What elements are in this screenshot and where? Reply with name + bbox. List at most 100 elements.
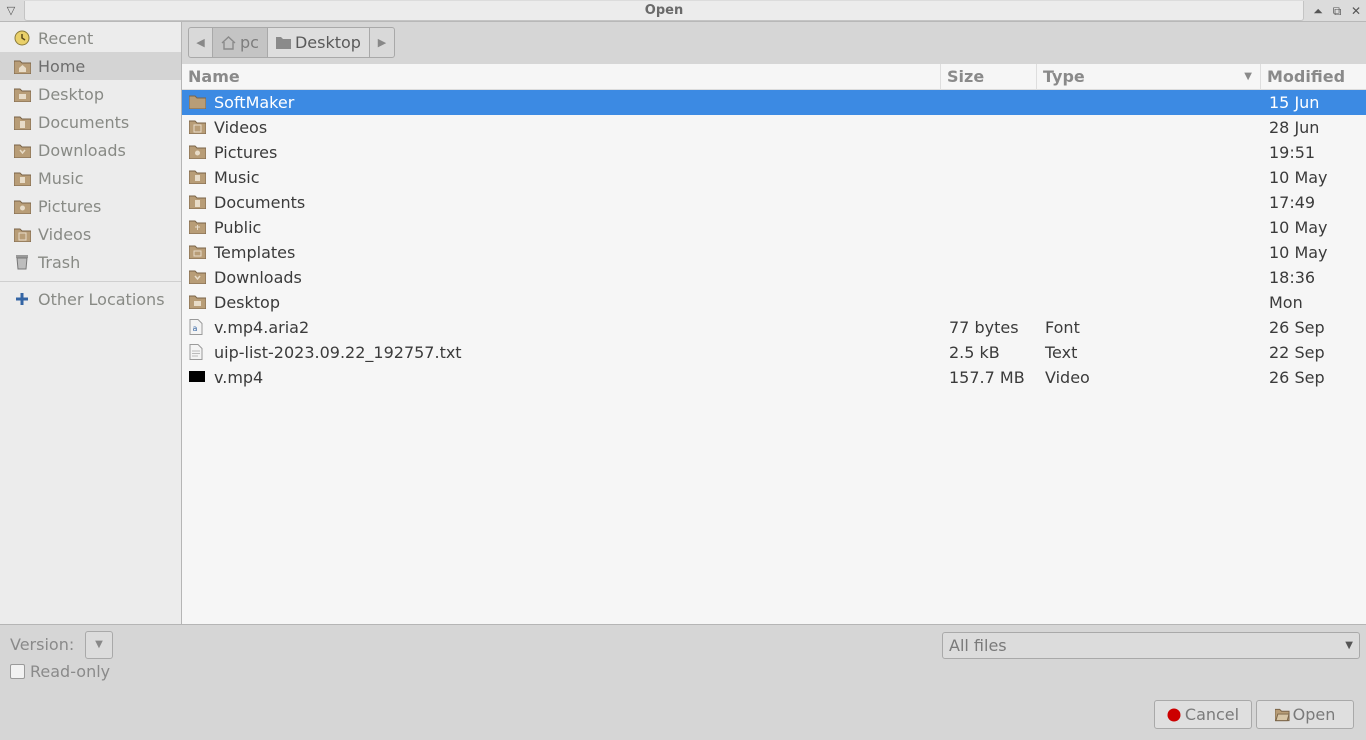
folder-icon	[188, 94, 207, 111]
path-home-button[interactable]: pc	[213, 28, 268, 57]
cancel-button[interactable]: Cancel	[1154, 700, 1252, 729]
font-file-icon: a	[189, 319, 206, 336]
sidebar-item-documents[interactable]: Documents	[0, 108, 181, 136]
column-name-label: Name	[188, 67, 240, 86]
videos-folder-icon	[188, 119, 207, 136]
table-row[interactable]: Pictures 19:51	[182, 140, 1366, 165]
table-row[interactable]: Documents 17:49	[182, 190, 1366, 215]
file-size: 77 bytes	[949, 318, 1019, 337]
column-size-label: Size	[947, 67, 985, 86]
path-back-button[interactable]: ◀	[189, 28, 213, 57]
file-name: Downloads	[214, 268, 302, 287]
close-icon[interactable]: ✕	[1348, 2, 1364, 20]
file-size: 157.7 MB	[949, 368, 1025, 387]
sidebar-item-music[interactable]: Music	[0, 164, 181, 192]
path-current-label: Desktop	[294, 33, 361, 52]
column-type-label: Type	[1043, 67, 1085, 86]
sidebar-item-videos[interactable]: Videos	[0, 220, 181, 248]
sidebar-item-label: Documents	[38, 112, 130, 132]
table-row[interactable]: Templates 10 May	[182, 240, 1366, 265]
file-type-filter[interactable]: All files ▼	[942, 632, 1360, 659]
file-size: 2.5 kB	[949, 343, 1000, 362]
open-folder-icon	[1274, 707, 1290, 722]
folder-icon	[13, 225, 31, 243]
chevron-down-icon: ▼	[95, 639, 103, 650]
file-name: SoftMaker	[214, 93, 295, 112]
file-modified: 22 Sep	[1269, 343, 1325, 362]
folder-icon	[275, 36, 291, 49]
sidebar-item-recent[interactable]: Recent	[0, 24, 181, 52]
sidebar-separator	[0, 281, 181, 282]
file-modified: 17:49	[1269, 193, 1316, 212]
open-button[interactable]: Open	[1256, 700, 1354, 729]
table-row[interactable]: Videos 28 Jun	[182, 115, 1366, 140]
sidebar-item-desktop[interactable]: Desktop	[0, 80, 181, 108]
sidebar-item-trash[interactable]: Trash	[0, 248, 181, 276]
version-label: Version:	[10, 635, 75, 654]
readonly-checkbox[interactable]	[10, 664, 25, 679]
file-modified: 10 May	[1269, 218, 1328, 237]
path-home-label: pc	[240, 33, 259, 52]
plus-icon	[13, 290, 31, 308]
table-row[interactable]: uip-list-2023.09.22_192757.txt 2.5 kB Te…	[182, 340, 1366, 365]
chevron-down-icon: ▼	[1345, 640, 1353, 651]
column-header-modified[interactable]: Modified	[1261, 64, 1366, 90]
sidebar-item-label: Pictures	[38, 196, 102, 216]
table-row[interactable]: Downloads 18:36	[182, 265, 1366, 290]
title-bar: ▽ Open ⏶ ⧉ ✕	[0, 0, 1366, 22]
filter-value: All files	[949, 636, 1007, 655]
sidebar-item-label: Other Locations	[38, 289, 165, 309]
sidebar-item-label: Videos	[38, 224, 92, 244]
dialog-footer: Version: ▼ Read-only All files ▼ Cancel …	[0, 624, 1366, 740]
file-type: Font	[1045, 318, 1080, 337]
table-row[interactable]: Desktop Mon	[182, 290, 1366, 315]
places-sidebar: Recent Home Desktop Documents Downloads …	[0, 22, 182, 624]
column-header-size[interactable]: Size	[941, 64, 1037, 90]
path-bar: ◀ pc Desktop ▶	[182, 22, 1366, 64]
left-arrow-icon: ◀	[196, 36, 205, 49]
path-current-button[interactable]: Desktop	[267, 28, 370, 57]
column-header-name[interactable]: Name	[182, 64, 941, 90]
right-arrow-icon: ▶	[377, 36, 387, 49]
maximize-icon[interactable]: ⧉	[1329, 2, 1345, 20]
window-title: Open	[24, 1, 1304, 21]
text-file-icon	[189, 344, 206, 361]
cancel-button-label: Cancel	[1184, 705, 1240, 724]
table-row[interactable]: SoftMaker 15 Jun	[182, 90, 1366, 115]
sidebar-item-pictures[interactable]: Pictures	[0, 192, 181, 220]
file-type: Video	[1045, 368, 1090, 387]
file-name: v.mp4.aria2	[214, 318, 310, 337]
file-name: Documents	[214, 193, 306, 212]
file-modified: 26 Sep	[1269, 368, 1325, 387]
table-row[interactable]: v.mp4 157.7 MB Video 26 Sep	[182, 365, 1366, 390]
folder-icon	[13, 141, 31, 159]
folder-icon	[13, 169, 31, 187]
sidebar-item-downloads[interactable]: Downloads	[0, 136, 181, 164]
file-modified: Mon	[1269, 293, 1303, 312]
sidebar-item-home[interactable]: Home	[0, 52, 181, 80]
table-row[interactable]: a v.mp4.aria2 77 bytes Font 26 Sep	[182, 315, 1366, 340]
video-file-icon	[189, 369, 206, 386]
sidebar-item-label: Home	[38, 56, 86, 76]
recent-icon	[13, 29, 31, 47]
file-modified: 18:36	[1269, 268, 1316, 287]
table-row[interactable]: Public 10 May	[182, 215, 1366, 240]
minimize-icon[interactable]: ⏶	[1310, 2, 1326, 20]
window-menu-icon[interactable]: ▽	[2, 3, 20, 19]
column-header-type[interactable]: Type ▼	[1037, 64, 1261, 90]
svg-text:a: a	[193, 324, 198, 333]
desktop-folder-icon	[188, 294, 207, 311]
file-list-header: Name Size Type ▼ Modified	[182, 64, 1366, 90]
readonly-label: Read-only	[30, 662, 111, 681]
file-modified: 26 Sep	[1269, 318, 1325, 337]
file-name: Music	[214, 168, 260, 187]
file-modified: 28 Jun	[1269, 118, 1320, 137]
path-forward-button[interactable]: ▶	[370, 28, 394, 57]
file-name: Desktop	[214, 293, 280, 312]
file-name: Public	[214, 218, 262, 237]
table-row[interactable]: Music 10 May	[182, 165, 1366, 190]
file-name: Pictures	[214, 143, 278, 162]
file-modified: 15 Jun	[1269, 93, 1320, 112]
sidebar-item-other-locations[interactable]: Other Locations	[0, 285, 181, 313]
version-combo[interactable]: ▼	[85, 631, 113, 659]
